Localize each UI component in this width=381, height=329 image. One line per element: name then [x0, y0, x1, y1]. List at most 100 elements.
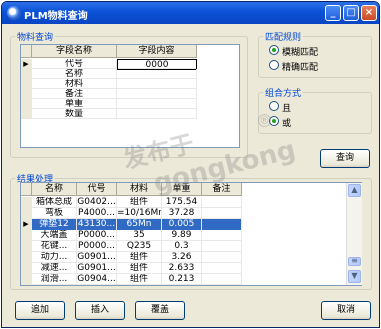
cancel-button[interactable]: 取消 [321, 301, 371, 320]
query-group-legend: 物料查询 [17, 33, 54, 43]
result-material-cell: 65Mn [117, 219, 162, 230]
query-value-cell[interactable] [117, 89, 197, 99]
result-header-weight: 单重 [162, 183, 202, 196]
result-code-cell: P4000... [77, 208, 117, 219]
result-scrollbar[interactable]: ▲ ≡ ▼ [346, 183, 362, 285]
add-button[interactable]: 追加 [15, 301, 65, 320]
row-header [21, 109, 32, 119]
fuzzy-match-label: 模糊匹配 [282, 48, 319, 58]
result-row-header-corner [21, 183, 32, 196]
close-button[interactable]: × [361, 5, 377, 21]
insert-button[interactable]: 插入 [75, 301, 125, 320]
fuzzy-match-radio[interactable] [269, 45, 279, 55]
query-button[interactable]: 查询 [320, 149, 370, 168]
result-name-cell: 大端盖 [32, 230, 77, 241]
plm-material-query-window: PLM物料查询 _ □ × 物料查询 字段名称 字段内容 ▶ 代号 0000 名称 材料… [1, 1, 380, 328]
app-icon [7, 6, 21, 20]
or-label: 或 [282, 119, 292, 129]
scroll-thumb[interactable]: ≡ [348, 257, 361, 266]
and-radio[interactable] [269, 101, 279, 111]
result-note-cell [202, 208, 242, 219]
result-code-cell: G0901... [77, 263, 117, 274]
result-grid[interactable]: 名称 代号 材料 单重 备注 箱体总成 G0402... 组件 175.54 弯板 P40… [20, 182, 362, 286]
match-rule-legend: 匹配规则 [265, 33, 302, 43]
result-material-cell: 35 [117, 230, 162, 241]
result-name-cell: 动力... [32, 252, 77, 263]
result-code-cell: G0901... [77, 252, 117, 263]
maximize-button[interactable]: □ [343, 5, 359, 21]
result-name-cell: 花键... [32, 241, 77, 252]
query-field-cell: 备注 [32, 89, 117, 99]
row-header [21, 252, 32, 263]
minimize-button[interactable]: _ [325, 5, 341, 21]
result-note-cell [202, 274, 242, 285]
result-material-cell: 组件 [117, 197, 162, 208]
result-note-cell [202, 197, 242, 208]
query-grid[interactable]: 字段名称 字段内容 ▶ 代号 0000 名称 材料 备注 单重 数量 [20, 44, 240, 148]
row-header [21, 263, 32, 274]
overwrite-button[interactable]: 覆盖 [135, 301, 185, 320]
result-material-cell: 组件 [117, 252, 162, 263]
row-header [21, 89, 32, 99]
row-header [21, 69, 32, 79]
row-header [21, 274, 32, 285]
result-code-cell: P0000... [77, 241, 117, 252]
row-header [21, 99, 32, 109]
result-note-cell [202, 252, 242, 263]
or-radio[interactable] [269, 116, 279, 126]
query-value-cell[interactable] [117, 79, 197, 89]
query-field-cell: 材料 [32, 79, 117, 89]
current-row-indicator-icon: ▶ [21, 59, 32, 69]
result-weight-cell: 0.213 [162, 274, 202, 285]
result-code-cell: 43130... [77, 219, 117, 230]
result-note-cell [202, 230, 242, 241]
result-material-cell: 组件 [117, 263, 162, 274]
query-field-cell: 单重 [32, 99, 117, 109]
row-header [21, 79, 32, 89]
result-weight-cell: 0.005 [162, 219, 202, 230]
result-material-cell: 组件 [117, 274, 162, 285]
result-code-cell: P0000... [77, 230, 117, 241]
result-name-cell: 箱体总成 [32, 197, 77, 208]
row-header-corner [21, 45, 32, 58]
scroll-up-icon[interactable]: ▲ [348, 184, 361, 197]
query-field-cell: 数量 [32, 109, 117, 119]
result-header-note: 备注 [202, 183, 242, 196]
result-name-cell: 减速... [32, 263, 77, 274]
title-bar[interactable]: PLM物料查询 _ □ × [2, 2, 379, 24]
query-header-field: 字段名称 [32, 45, 117, 58]
result-header-code: 代号 [77, 183, 117, 196]
combine-legend: 组合方式 [265, 89, 302, 99]
selected-row-indicator-icon: ▶ [21, 219, 32, 230]
result-note-cell [202, 219, 242, 230]
row-header [21, 208, 32, 219]
result-name-cell: 弯板 [32, 208, 77, 219]
query-value-cell[interactable] [117, 99, 197, 109]
result-name-cell: 弹垫12 [32, 219, 77, 230]
result-header-material: 材料 [117, 183, 162, 196]
exact-match-label: 精确匹配 [282, 63, 319, 73]
exact-match-radio[interactable] [269, 60, 279, 70]
query-value-cell[interactable] [117, 69, 197, 79]
result-material-cell: Q235 [117, 241, 162, 252]
result-code-cell: G0402... [77, 197, 117, 208]
row-header [21, 241, 32, 252]
result-material-cell: =10/16Mn [117, 208, 162, 219]
result-note-cell [202, 241, 242, 252]
row-header [21, 230, 32, 241]
scroll-down-icon[interactable]: ▼ [348, 270, 361, 283]
result-weight-cell: 0.3 [162, 241, 202, 252]
result-weight-cell: 9.89 [162, 230, 202, 241]
result-note-cell [202, 263, 242, 274]
query-header-value: 字段内容 [117, 45, 197, 58]
row-header [21, 197, 32, 208]
result-name-cell: 润滑... [32, 274, 77, 285]
query-field-cell: 代号 [32, 59, 117, 69]
query-field-cell: 名称 [32, 69, 117, 79]
query-value-cell[interactable] [117, 109, 197, 119]
result-weight-cell: 3.26 [162, 252, 202, 263]
result-weight-cell: 2.633 [162, 263, 202, 274]
result-header-name: 名称 [32, 183, 77, 196]
and-label: 且 [282, 104, 292, 114]
result-weight-cell: 37.28 [162, 208, 202, 219]
